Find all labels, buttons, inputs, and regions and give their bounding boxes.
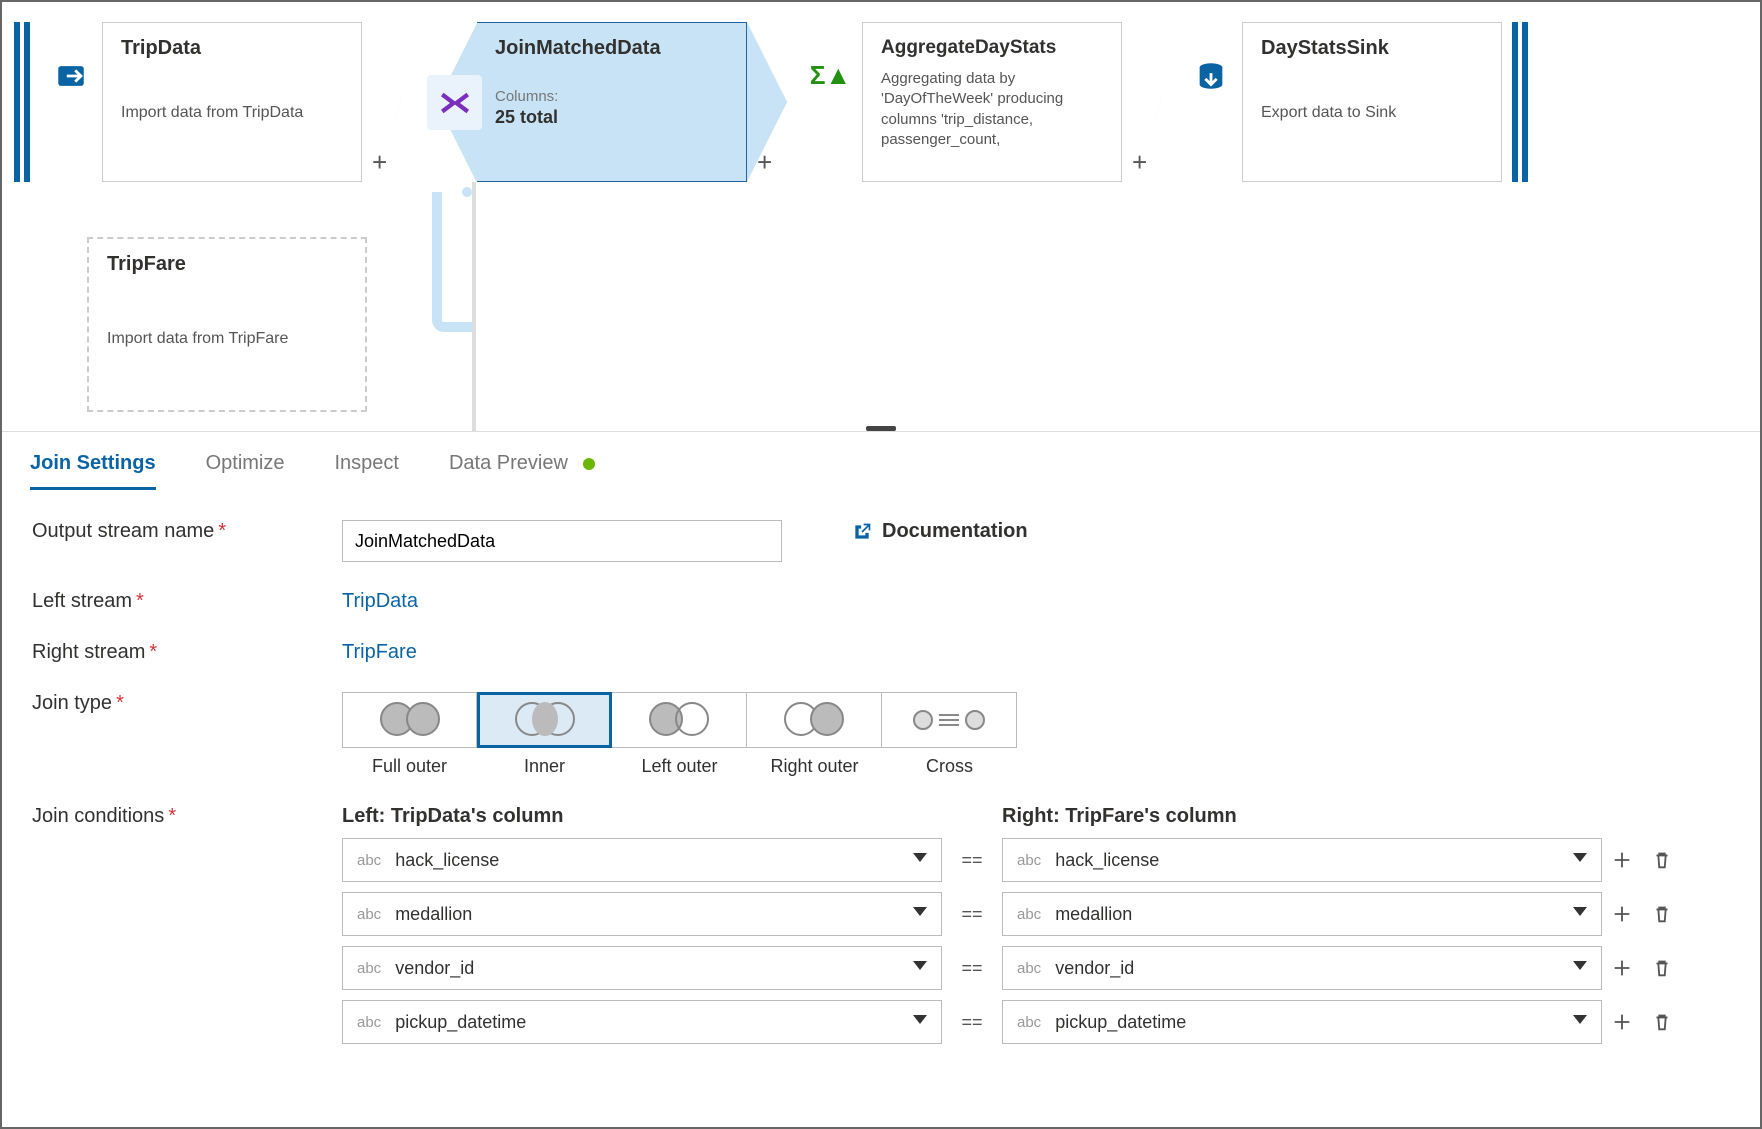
tab-data-preview-label: Data Preview [449, 452, 568, 474]
delete-condition-button[interactable] [1642, 1011, 1682, 1033]
settings-panel: Output stream name* Documentation Left s… [2, 490, 1760, 1102]
chevron-down-icon [913, 961, 927, 970]
source-icon [43, 48, 98, 103]
condition-left-dropdown[interactable]: abcpickup_datetime [342, 1000, 942, 1044]
canvas-left-stripe [14, 22, 20, 182]
node-agg-subtitle: Aggregating data by 'DayOfTheWeek' produ… [863, 65, 1121, 164]
documentation-label: Documentation [882, 520, 1028, 543]
add-branch-button[interactable]: + [1132, 147, 1147, 178]
join-type-full-outer-label: Full outer [342, 748, 477, 777]
venn-inner-icon [515, 702, 575, 738]
chevron-down-icon [1573, 907, 1587, 916]
chevron-down-icon [1573, 853, 1587, 862]
tab-optimize[interactable]: Optimize [206, 452, 285, 490]
venn-full-outer-icon [380, 702, 440, 738]
node-tripfare-subtitle: Import data from TripFare [89, 330, 365, 362]
join-conditions-label: Join conditions* [32, 805, 342, 828]
open-external-icon [852, 522, 872, 542]
join-type-right-outer-label: Right outer [747, 748, 882, 777]
add-condition-button[interactable] [1602, 957, 1642, 979]
canvas-right-stripe [1522, 22, 1528, 182]
vertical-divider [472, 182, 476, 432]
condition-left-dropdown[interactable]: abcmedallion [342, 892, 942, 936]
node-tripfare[interactable]: TripFare Import data from TripFare [87, 237, 367, 412]
dataflow-canvas[interactable]: TripData Import data from TripData + Joi… [2, 2, 1760, 432]
add-branch-button[interactable]: + [372, 147, 387, 178]
node-tripdata-title: TripData [103, 23, 361, 66]
join-type-full-outer[interactable] [342, 692, 477, 748]
output-stream-input[interactable] [342, 520, 782, 562]
right-stream-label: Right stream* [32, 641, 342, 664]
node-daystatssink[interactable]: DayStatsSink Export data to Sink [1242, 22, 1502, 182]
condition-right-dropdown[interactable]: abchack_license [1002, 838, 1602, 882]
join-type-inner[interactable] [477, 692, 612, 748]
condition-operator: == [942, 958, 1002, 979]
node-agg-title: AggregateDayStats [863, 23, 1121, 65]
aggregate-icon: Σ▲ [803, 48, 858, 103]
sink-icon [1183, 48, 1238, 103]
condition-operator: == [942, 1012, 1002, 1033]
chevron-down-icon [913, 907, 927, 916]
chevron-down-icon [1573, 1015, 1587, 1024]
join-type-left-outer-label: Left outer [612, 748, 747, 777]
condition-right-dropdown[interactable]: abcvendor_id [1002, 946, 1602, 990]
settings-tabs: Join Settings Optimize Inspect Data Prev… [2, 432, 1760, 490]
add-condition-button[interactable] [1602, 849, 1642, 871]
join-type-inner-label: Inner [477, 748, 612, 777]
connector-line [432, 192, 472, 332]
condition-operator: == [942, 904, 1002, 925]
join-type-cross[interactable] [882, 692, 1017, 748]
join-type-label: Join type* [32, 692, 342, 715]
venn-right-outer-icon [784, 702, 844, 738]
add-condition-button[interactable] [1602, 1011, 1642, 1033]
join-icon [427, 75, 482, 130]
documentation-link[interactable]: Documentation [852, 520, 1028, 543]
node-aggregatedaystats[interactable]: Σ▲ AggregateDayStats Aggregating data by… [862, 22, 1122, 182]
condition-left-dropdown[interactable]: abchack_license [342, 838, 942, 882]
chevron-down-icon [913, 1015, 927, 1024]
join-type-left-outer[interactable] [612, 692, 747, 748]
node-sink-subtitle: Export data to Sink [1243, 104, 1501, 136]
conditions-right-header: Right: TripFare's column [1002, 805, 1602, 828]
join-type-group [342, 692, 1017, 748]
node-join-cols-value: 25 total [477, 107, 746, 142]
delete-condition-button[interactable] [1642, 957, 1682, 979]
condition-operator: == [942, 850, 1002, 871]
venn-left-outer-icon [649, 702, 709, 738]
tab-data-preview[interactable]: Data Preview [449, 452, 596, 490]
tab-join-settings[interactable]: Join Settings [30, 452, 156, 490]
node-tripfare-title: TripFare [89, 239, 365, 282]
node-join-title: JoinMatchedData [477, 23, 746, 66]
arrow-icon [367, 237, 407, 412]
node-sink-title: DayStatsSink [1243, 23, 1501, 66]
node-joinmatcheddata[interactable]: JoinMatchedData Columns: 25 total [477, 22, 747, 182]
add-branch-button[interactable]: + [757, 147, 772, 178]
right-stream-link[interactable]: TripFare [342, 641, 417, 664]
condition-left-dropdown[interactable]: abcvendor_id [342, 946, 942, 990]
left-stream-label: Left stream* [32, 590, 342, 613]
condition-right-dropdown[interactable]: abcmedallion [1002, 892, 1602, 936]
add-condition-button[interactable] [1602, 903, 1642, 925]
tab-inspect[interactable]: Inspect [334, 452, 398, 490]
status-dot-icon [583, 458, 595, 470]
canvas-left-stripe [24, 22, 30, 182]
chevron-down-icon [1573, 961, 1587, 970]
delete-condition-button[interactable] [1642, 903, 1682, 925]
connector-line [462, 187, 472, 197]
delete-condition-button[interactable] [1642, 849, 1682, 871]
node-tripdata[interactable]: TripData Import data from TripData [102, 22, 362, 182]
conditions-left-header: Left: TripData's column [342, 805, 942, 828]
conditions-grid: abchack_license == abchack_license abcme… [342, 838, 1682, 1044]
chevron-down-icon [913, 853, 927, 862]
condition-right-dropdown[interactable]: abcpickup_datetime [1002, 1000, 1602, 1044]
node-tripdata-subtitle: Import data from TripData [103, 104, 361, 136]
drag-handle-icon[interactable] [866, 426, 896, 431]
node-join-cols-label: Columns: [477, 88, 746, 107]
cross-join-icon [913, 710, 985, 730]
canvas-right-stripe [1512, 22, 1518, 182]
output-stream-label: Output stream name* [32, 520, 342, 543]
left-stream-link[interactable]: TripData [342, 590, 418, 613]
join-type-right-outer[interactable] [747, 692, 882, 748]
join-type-cross-label: Cross [882, 748, 1017, 777]
